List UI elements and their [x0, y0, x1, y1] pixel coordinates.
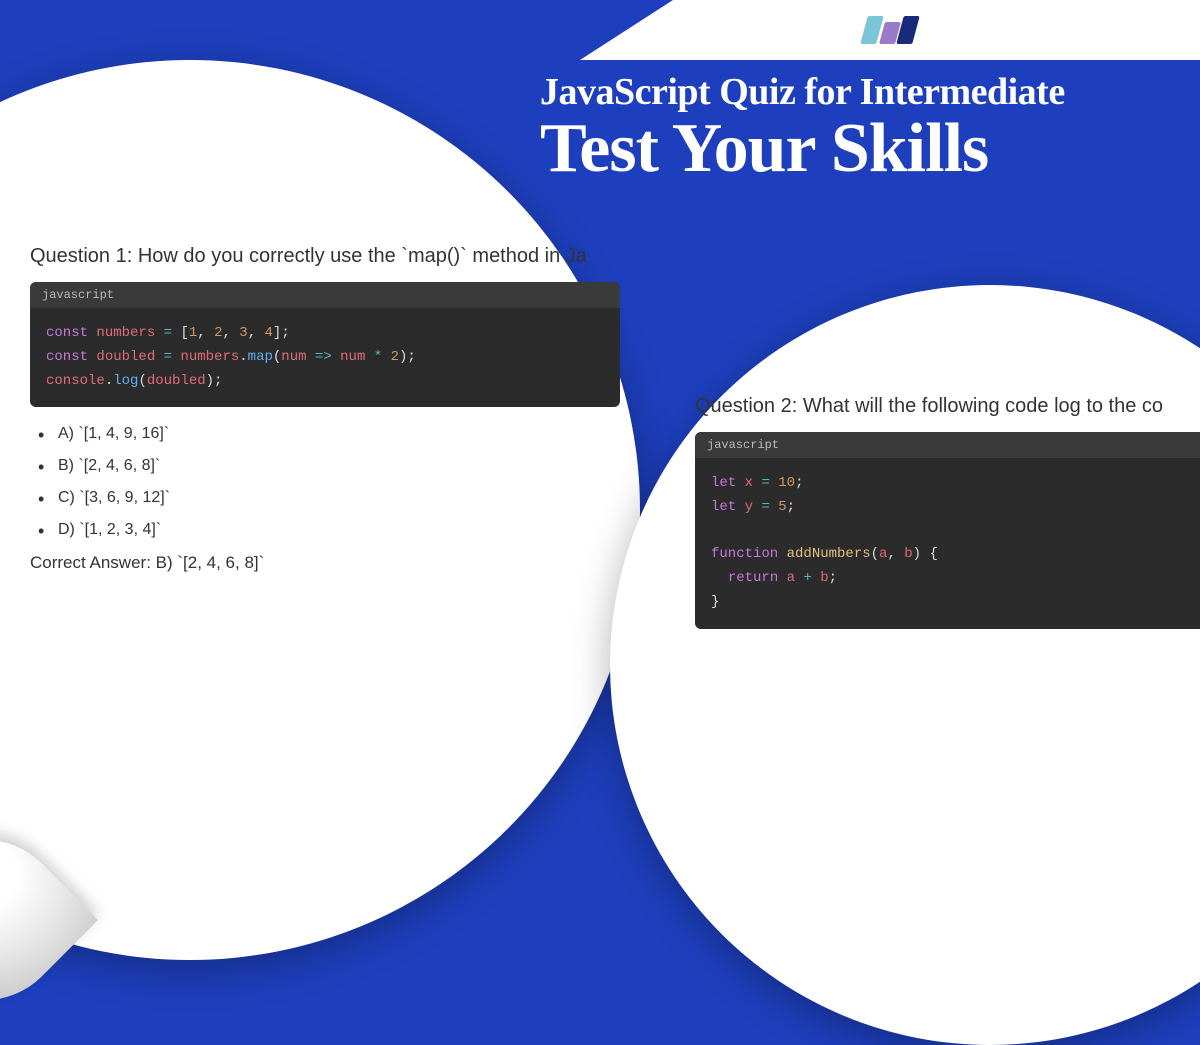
option-a: A) `[1, 4, 9, 16]` [38, 425, 620, 443]
option-c: C) `[3, 6, 9, 12]` [38, 489, 620, 507]
page-curl-icon [0, 807, 98, 1033]
option-b: B) `[2, 4, 6, 8]` [38, 457, 620, 475]
code-lang-label: javascript [30, 282, 620, 308]
logo-icon [864, 16, 916, 44]
page-heading: JavaScript Quiz for Intermediate Test Yo… [540, 70, 1065, 189]
top-banner [580, 0, 1200, 60]
question-1-title: Question 1: How do you correctly use the… [30, 245, 620, 268]
code-block-1: javascript const numbers = [1, 2, 3, 4];… [30, 282, 620, 407]
answer-options-1: A) `[1, 4, 9, 16]` B) `[2, 4, 6, 8]` C) … [38, 425, 620, 539]
code-block-2: javascript let x = 10; let y = 5; functi… [695, 432, 1200, 629]
option-d: D) `[1, 2, 3, 4]` [38, 521, 620, 539]
code-lang-label-2: javascript [695, 432, 1200, 458]
code-body-1: const numbers = [1, 2, 3, 4]; const doub… [30, 308, 620, 407]
code-body-2: let x = 10; let y = 5; function addNumbe… [695, 458, 1200, 629]
question-card-2: Question 2: What will the following code… [610, 285, 1200, 1045]
heading-line2: Test Your Skills [540, 109, 1065, 189]
heading-line1: JavaScript Quiz for Intermediate [540, 70, 1065, 114]
question-2-title: Question 2: What will the following code… [695, 395, 1200, 418]
correct-answer-1: Correct Answer: B) `[2, 4, 6, 8]` [30, 553, 620, 573]
question-card-1: Question 1: How do you correctly use the… [0, 60, 640, 960]
